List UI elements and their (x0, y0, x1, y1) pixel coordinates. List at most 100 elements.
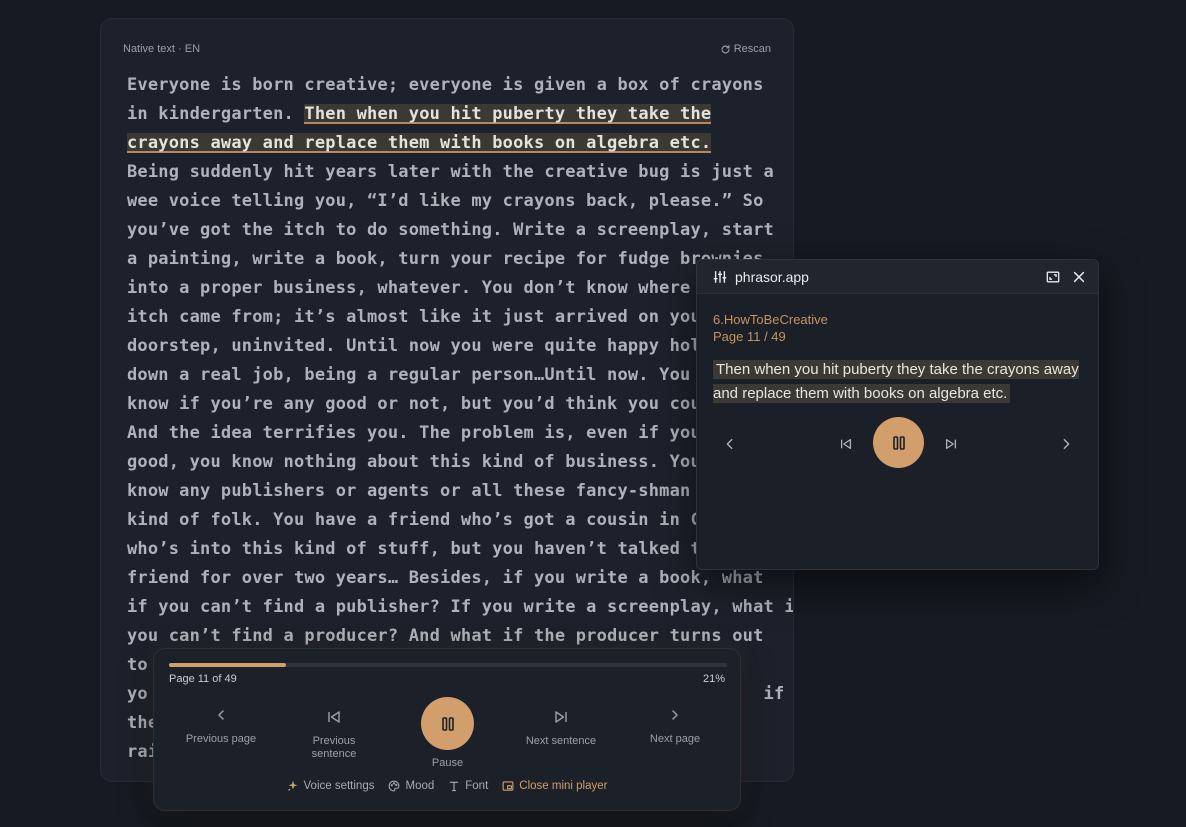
reader-line-text: Being suddenly hit years later with the … (127, 162, 774, 182)
reader-line: know if you’re any good or not, but you’… (127, 390, 777, 419)
font-label: Font (465, 780, 489, 792)
close-mini-player-button[interactable]: Close mini player (502, 780, 607, 792)
highlighted-sentence: Then when you hit puberty they take the (304, 104, 712, 124)
app-name: phrasor.app (735, 268, 809, 285)
refresh-icon (721, 44, 730, 53)
reader-line: kind of folk. You have a friend who’s go… (127, 506, 777, 535)
reader-line: who’s into this kind of stuff, but you h… (127, 535, 777, 564)
reader-line-text: a painting, write a book, turn your reci… (127, 249, 764, 269)
voice-settings-label: Voice settings (303, 780, 375, 792)
reader-line: And the idea terrifies you. The problem … (127, 419, 777, 448)
reader-line: a painting, write a book, turn your reci… (127, 245, 777, 274)
panel-next-page-button[interactable] (1055, 418, 1077, 470)
reader-line: if you can’t find a publisher? If you wr… (127, 593, 793, 622)
reader-line-text: in kindergarten. (127, 104, 305, 124)
next-page-button[interactable]: Next page (636, 707, 714, 746)
panel-next-sentence-button[interactable] (940, 418, 962, 470)
reader-line: Being suddenly hit years later with the … (127, 158, 777, 187)
source-label: Native text · EN (123, 43, 201, 55)
chevron-left-icon (218, 710, 224, 720)
progress-bar[interactable] (169, 663, 727, 667)
reader-line: good, you know nothing about this kind o… (127, 448, 777, 477)
previous-sentence-label: Previous sentence (311, 735, 357, 760)
close-panel-button[interactable] (1072, 270, 1086, 284)
pause-button[interactable] (421, 697, 474, 750)
mini-percent: 21% (702, 673, 725, 685)
pause-icon (441, 716, 454, 731)
phrasor-panel: phrasor.app 6.HowToBeCreative Page 11 / … (696, 259, 1099, 570)
font-icon (449, 781, 459, 792)
mini-toolbar: Voice settings Mood Font Close mini play… (154, 780, 740, 792)
close-icon (1073, 271, 1085, 282)
pause-icon (892, 435, 905, 450)
reader-line-text: to (127, 655, 148, 675)
reader-line-text: Everyone is born creative; everyone is g… (127, 75, 764, 95)
previous-page-label: Previous page (185, 733, 257, 745)
reader-line: wee voice telling you, “I’d like my cray… (127, 187, 777, 216)
reader-header: Native text · EN Rescan (123, 41, 771, 57)
reader-line: doorstep, uninvited. Until now you were … (127, 332, 777, 361)
reader-line-text: And the idea terrifies you. The problem … (127, 423, 701, 443)
sparkle-icon (287, 780, 298, 791)
previous-page-button[interactable]: Previous page (176, 707, 266, 746)
sliders-icon (713, 270, 727, 283)
close-mini-player-label: Close mini player (519, 780, 608, 792)
pause-label: Pause (431, 757, 464, 769)
reader-line: you can’t find a producer? And what if t… (127, 622, 777, 651)
current-sentence: Then when you hit puberty they take the … (713, 358, 1083, 406)
reader-line-text: if you can’t find a publisher? If you wr… (127, 597, 794, 617)
current-sentence-text: Then when you hit puberty they take the … (713, 360, 1079, 403)
voice-settings-button[interactable]: Voice settings (287, 780, 375, 792)
reader-line-text: you’ve got the itch to do something. Wri… (127, 220, 774, 240)
skip-back-icon (840, 438, 852, 450)
reader-line-text: know if you’re any good or not, but you’… (127, 394, 701, 414)
next-page-label: Next page (649, 733, 701, 745)
reader-line-text: doorstep, uninvited. Until now you were … (127, 336, 701, 356)
reader-line: you’ve got the itch to do something. Wri… (127, 216, 777, 245)
reader-line: friend for over two years… Besides, if y… (127, 564, 777, 593)
panel-actions (1046, 270, 1086, 284)
next-sentence-label: Next sentence (525, 735, 597, 747)
reader-line-text: itch came from; it’s almost like it just… (127, 307, 712, 327)
reader-line: into a proper business, whatever. You do… (127, 274, 777, 303)
reader-line: crayons away and replace them with books… (127, 129, 777, 158)
panel-title: phrasor.app (713, 269, 809, 285)
progress-fill (169, 663, 287, 667)
palette-icon (389, 780, 400, 792)
reader-line: in kindergarten. Then when you hit puber… (127, 100, 777, 129)
panel-header: phrasor.app (697, 260, 1098, 294)
reader-line: Everyone is born creative; everyone is g… (127, 71, 777, 100)
skip-back-icon (328, 711, 340, 723)
minimize-window-icon (502, 781, 514, 791)
panel-prev-sentence-button[interactable] (835, 418, 857, 470)
reader-line-text: down a real job, being a regular person…… (127, 365, 691, 385)
document-page: Page 11 / 49 (713, 329, 786, 344)
skip-forward-icon (945, 438, 957, 450)
document-name: 6.HowToBeCreative (713, 312, 828, 327)
reader-line: down a real job, being a regular person…… (127, 361, 777, 390)
chevron-right-icon (1063, 438, 1070, 450)
reader-line: itch came from; it’s almost like it just… (127, 303, 777, 332)
next-sentence-button[interactable]: Next sentence (516, 709, 606, 748)
reader-line: know any publishers or agents or all the… (127, 477, 777, 506)
skip-forward-icon (555, 711, 567, 723)
font-button[interactable]: Font (448, 780, 488, 792)
panel-pause-button[interactable] (873, 417, 924, 468)
mini-player: Page 11 of 49 21% Previous page Previous… (153, 648, 741, 811)
reader-line-text: you can’t find a producer? And what if t… (127, 626, 764, 646)
panel-prev-page-button[interactable] (719, 418, 741, 470)
reader-line-text: kind of folk. You have a friend who’s go… (127, 510, 712, 530)
mini-page-indicator: Page 11 of 49 (169, 673, 237, 685)
highlighted-sentence: crayons away and replace them with books… (127, 133, 712, 153)
reader-line-text: good, you know nothing about this kind o… (127, 452, 701, 472)
rescan-label: Rescan (733, 43, 771, 55)
reader-line-text: wee voice telling you, “I’d like my cray… (127, 191, 764, 211)
reader-line-text: friend for over two years… Besides, if y… (127, 568, 764, 588)
reader-line-text: into a proper business, whatever. You do… (127, 278, 691, 298)
chevron-left-icon (726, 438, 733, 450)
expand-icon (1046, 271, 1060, 282)
mood-button[interactable]: Mood (388, 780, 434, 792)
expand-button[interactable] (1046, 270, 1060, 284)
rescan-button[interactable]: Rescan (720, 43, 771, 55)
previous-sentence-button[interactable]: Previous sentence (299, 709, 369, 761)
